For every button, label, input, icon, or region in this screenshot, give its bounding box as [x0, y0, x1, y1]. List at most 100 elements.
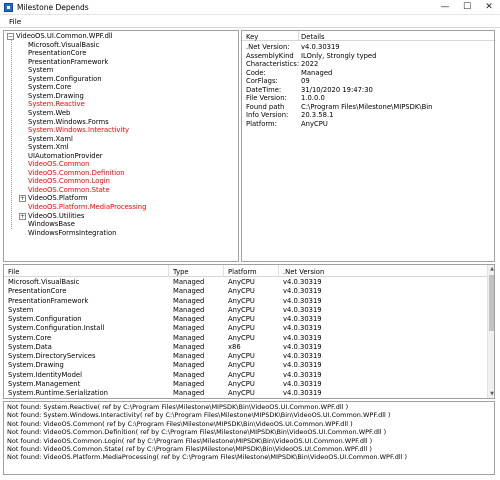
column-divider[interactable]: [168, 265, 169, 277]
net-version-cell: v4.0.30319: [283, 379, 322, 388]
tree-item[interactable]: + VideoOS.Utilities: [4, 212, 238, 221]
minimize-button[interactable]: —: [434, 0, 456, 15]
type-cell: Managed: [173, 361, 205, 370]
net-version-cell: v4.0.30319: [283, 278, 322, 286]
tree-item[interactable]: System.Windows.Forms: [4, 118, 238, 127]
tree-item-label: WindowsBase: [28, 220, 75, 229]
tree-item-missing[interactable]: System.Windows.Interactivity: [4, 126, 238, 135]
column-header-type[interactable]: Type: [173, 268, 189, 276]
details-key: Code:: [246, 68, 266, 77]
net-version-cell: v4.0.30319: [283, 305, 322, 314]
details-header-key[interactable]: Key: [246, 33, 258, 41]
expand-icon[interactable]: +: [19, 212, 26, 220]
tree-item-missing[interactable]: System.Reactive: [4, 100, 238, 109]
scroll-up-icon[interactable]: ▲: [488, 265, 494, 273]
tree-item-missing[interactable]: VideoOS.Common: [4, 160, 238, 169]
tree-item-label: VideoOS.Platform: [28, 194, 88, 203]
details-key: AssemblyKind: [246, 51, 294, 60]
scroll-thumb[interactable]: [489, 275, 494, 331]
log-line: Not found: System.Windows.Interactivity(…: [7, 411, 391, 420]
details-key: Found path: [246, 102, 285, 111]
menu-bar: File: [0, 15, 500, 28]
table-row[interactable]: System Managed AnyCPU v4.0.30319: [4, 306, 487, 315]
table-row[interactable]: System.Configuration.Install Managed AnyCP…: [4, 324, 487, 333]
type-cell: Managed: [173, 296, 205, 305]
platform-cell: AnyCPU: [228, 379, 255, 388]
file-name-cell: System.Configuration: [8, 315, 82, 323]
tree-item-label: System.Xml: [28, 143, 69, 152]
tree-item[interactable]: PresentationFramework: [4, 58, 238, 67]
scroll-down-icon[interactable]: ▼: [488, 390, 494, 398]
column-header-platform[interactable]: Platform: [228, 268, 257, 276]
table-row[interactable]: System.Runtime.Serialization Managed AnyCP…: [4, 389, 487, 398]
tree-item[interactable]: WindowsBase: [4, 220, 238, 229]
platform-cell: AnyCPU: [228, 278, 255, 286]
tree-item-label: System.Configuration: [28, 74, 102, 83]
file-name-cell: System.Data: [8, 342, 52, 351]
table-row[interactable]: System.Data Managed x86 v4.0.30319: [4, 343, 487, 352]
close-button[interactable]: ✕: [478, 0, 500, 15]
log-panel[interactable]: Not found: System.Reactive( ref by C:\Pr…: [3, 401, 495, 475]
tree-item[interactable]: PresentationCore: [4, 49, 238, 58]
window-title: Milestone Depends: [17, 3, 89, 12]
file-name-cell: PresentationFramework: [8, 296, 89, 305]
log-lines: Not found: System.Reactive( ref by C:\Pr…: [7, 403, 407, 462]
tree-item-missing[interactable]: VideoOS.Common.Login: [4, 177, 238, 186]
app-icon: [4, 3, 13, 12]
column-divider[interactable]: [278, 265, 279, 277]
tree-item-label: System.Reactive: [28, 100, 85, 109]
column-divider[interactable]: [223, 265, 224, 277]
table-row[interactable]: System.IdentityModel Managed AnyCPU v4.0.30…: [4, 371, 487, 380]
column-header-net-version[interactable]: .Net Version: [283, 268, 324, 276]
table-row[interactable]: System.Drawing Managed AnyCPU v4.0.30319: [4, 361, 487, 370]
collapse-icon[interactable]: −: [7, 32, 14, 40]
net-version-cell: v4.0.30319: [283, 361, 322, 370]
type-cell: Managed: [173, 324, 205, 333]
file-name-cell: System.Management: [8, 379, 81, 388]
tree-item[interactable]: System.Core: [4, 83, 238, 92]
table-row[interactable]: PresentationCore Managed AnyCPU v4.0.30319: [4, 287, 487, 296]
tree-item[interactable]: Microsoft.VisualBasic: [4, 41, 238, 50]
tree-item[interactable]: System.Drawing: [4, 92, 238, 101]
tree-item-label: UIAutomationProvider: [28, 151, 103, 160]
table-row[interactable]: PresentationFramework Managed AnyCPU v4.0.3…: [4, 297, 487, 306]
files-scrollbar[interactable]: ▲ ▼: [487, 265, 494, 398]
table-row[interactable]: System.Management Managed AnyCPU v4.0.30319: [4, 380, 487, 389]
platform-cell: AnyCPU: [228, 296, 255, 305]
maximize-button[interactable]: ☐: [456, 0, 478, 15]
details-value: Managed: [301, 68, 333, 77]
table-row[interactable]: System.Core Managed AnyCPU v4.0.30319: [4, 334, 487, 343]
table-row[interactable]: System.DirectoryServices Managed AnyCPU v4.…: [4, 352, 487, 361]
tree-item-missing[interactable]: VideoOS.Common.Definition: [4, 169, 238, 178]
details-row: Info Version: 20.3.58.1: [242, 111, 494, 120]
details-row: Code: Managed: [242, 69, 494, 78]
log-line: Not found: VideoOS.Platform.MediaProcess…: [7, 453, 408, 462]
tree-item[interactable]: + VideoOS.Platform: [4, 194, 238, 203]
tree-item[interactable]: System.Xml: [4, 143, 238, 152]
details-value: v4.0.30319: [301, 43, 340, 51]
log-line: Not found: System.Reactive( ref by C:\Pr…: [7, 403, 349, 411]
menu-file[interactable]: File: [9, 17, 21, 26]
table-row[interactable]: System.Configuration Managed AnyCPU v4.0.30…: [4, 315, 487, 324]
tree-item[interactable]: System.Xaml: [4, 135, 238, 144]
column-divider[interactable]: [298, 31, 299, 41]
tree-item[interactable]: UIAutomationProvider: [4, 152, 238, 161]
log-line: Not found: VideoOS.Common.Login( ref by …: [7, 436, 373, 445]
net-version-cell: v4.0.30319: [283, 389, 322, 397]
details-header-value[interactable]: Details: [301, 33, 325, 41]
tree-root[interactable]: − VideoOS.UI.Common.WPF.dll: [7, 32, 113, 41]
type-cell: Managed: [173, 278, 205, 286]
tree-item[interactable]: WindowsFormsIntegration: [4, 229, 238, 238]
table-row[interactable]: Microsoft.VisualBasic Managed AnyCPU v4.0.3…: [4, 278, 487, 287]
platform-cell: AnyCPU: [228, 361, 255, 370]
tree-item[interactable]: System.Configuration: [4, 75, 238, 84]
tree-item-missing[interactable]: VideoOS.Common.State: [4, 186, 238, 195]
expand-icon[interactable]: +: [19, 195, 26, 203]
tree-root-label: VideoOS.UI.Common.WPF.dll: [16, 32, 113, 40]
tree-item[interactable]: System: [4, 66, 238, 75]
dependency-tree[interactable]: − VideoOS.UI.Common.WPF.dll Microsoft.Vis…: [3, 30, 239, 262]
tree-item-label: System.Web: [28, 108, 71, 117]
tree-item[interactable]: System.Web: [4, 109, 238, 118]
column-header-file[interactable]: File: [8, 268, 19, 276]
tree-item-missing[interactable]: VideoOS.Platform.MediaProcessing: [4, 203, 238, 212]
